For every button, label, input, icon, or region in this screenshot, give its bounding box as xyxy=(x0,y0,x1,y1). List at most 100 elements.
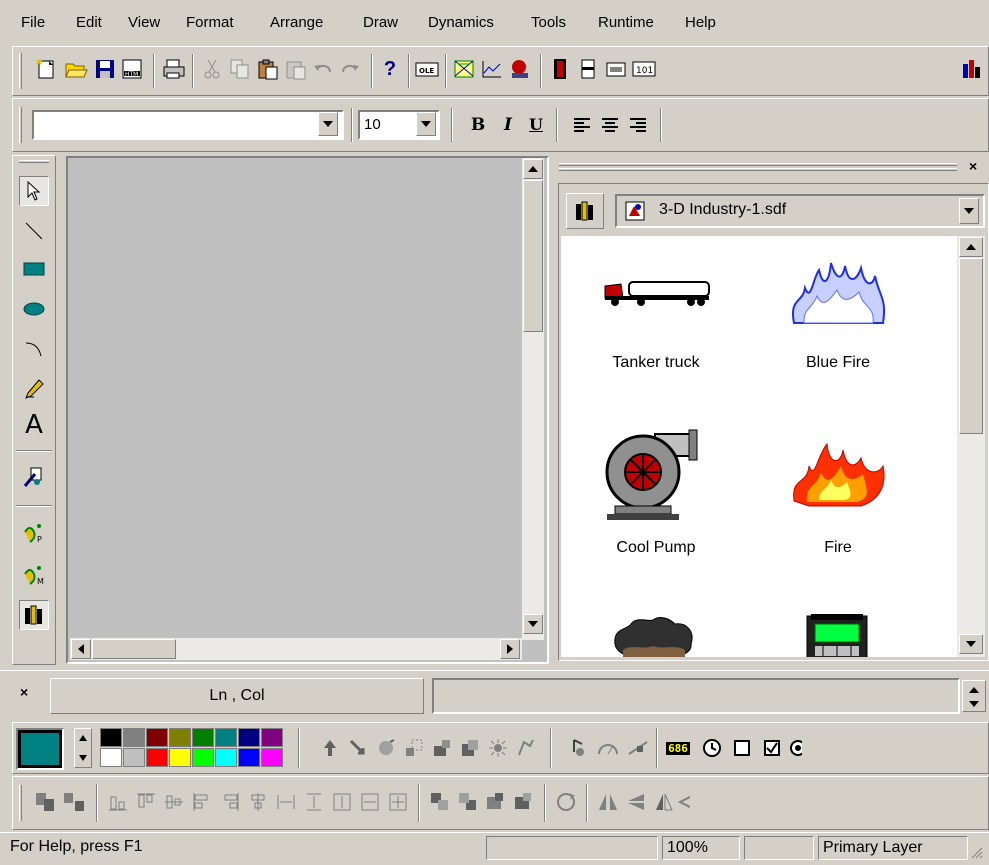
library-item-fire[interactable] xyxy=(789,436,889,516)
canvas-horizontal-scroll-thumb[interactable] xyxy=(92,639,176,659)
menu-view[interactable]: View xyxy=(128,14,160,31)
color-swatch[interactable] xyxy=(169,728,191,747)
menu-edit[interactable]: Edit xyxy=(76,14,102,31)
wizard-tool[interactable] xyxy=(19,462,49,492)
color-swatch[interactable] xyxy=(238,728,260,747)
pick-icon[interactable] xyxy=(566,736,590,760)
color-swatch[interactable] xyxy=(146,748,168,767)
fill-icon[interactable] xyxy=(430,736,454,760)
italic-button[interactable]: I xyxy=(496,113,520,137)
multi-bar-icon[interactable] xyxy=(960,57,984,81)
drawing-canvas[interactable] xyxy=(66,156,549,664)
align-center-vertical-icon[interactable] xyxy=(246,790,270,814)
menu-draw[interactable]: Draw xyxy=(363,14,398,31)
library-panel-close-button[interactable]: × xyxy=(969,158,977,174)
undo-icon[interactable] xyxy=(311,57,335,81)
font-size-dropdown-button[interactable] xyxy=(416,112,436,136)
numeric-display-icon[interactable]: 686 xyxy=(664,736,692,760)
ungroup-icon[interactable] xyxy=(62,790,86,814)
canvas-scroll-left-button[interactable] xyxy=(71,639,91,659)
align-middle-icon[interactable] xyxy=(162,790,186,814)
alarm-icon[interactable] xyxy=(508,57,532,81)
canvas-scroll-down-button[interactable] xyxy=(523,614,543,634)
library-item-cool-pump[interactable] xyxy=(603,426,703,526)
library-vertical-scroll-thumb[interactable] xyxy=(959,258,983,434)
numeric-101-icon[interactable]: 101 xyxy=(632,57,656,81)
center-both-icon[interactable] xyxy=(386,790,410,814)
color-swatch[interactable] xyxy=(261,728,283,747)
library-item-smoke[interactable] xyxy=(609,614,699,657)
menu-arrange[interactable]: Arrange xyxy=(270,14,323,31)
bold-button[interactable]: B xyxy=(466,113,490,137)
move-up-icon[interactable] xyxy=(318,736,342,760)
arc-tool[interactable] xyxy=(19,334,49,364)
canvas-vertical-scroll-thumb[interactable] xyxy=(523,180,543,332)
output-close-button[interactable]: × xyxy=(20,684,28,700)
color-swatch[interactable] xyxy=(238,748,260,767)
align-right-icon[interactable] xyxy=(626,113,650,137)
bar-graph-icon[interactable] xyxy=(548,57,572,81)
library-item-blue-fire[interactable] xyxy=(789,258,889,328)
new-file-icon[interactable] xyxy=(34,57,58,81)
color-swatch[interactable] xyxy=(100,728,122,747)
color-swatch[interactable] xyxy=(192,748,214,767)
canvas-scroll-up-button[interactable] xyxy=(523,159,543,179)
select-pointer-tool[interactable] xyxy=(19,176,49,206)
align-right-edge-icon[interactable] xyxy=(218,790,242,814)
space-horizontal-icon[interactable] xyxy=(274,790,298,814)
space-vertical-icon[interactable] xyxy=(302,790,326,814)
blink-icon[interactable] xyxy=(486,736,510,760)
color-swatch[interactable] xyxy=(169,748,191,767)
color-swatch[interactable] xyxy=(215,728,237,747)
align-top-icon[interactable] xyxy=(134,790,158,814)
move-diagonal-icon[interactable] xyxy=(346,736,370,760)
library-scroll-up-button[interactable] xyxy=(959,237,983,257)
rotate-icon[interactable] xyxy=(374,736,398,760)
menu-file[interactable]: File xyxy=(21,14,45,31)
paste-icon[interactable] xyxy=(256,57,280,81)
color-swatch[interactable] xyxy=(192,728,214,747)
open-folder-icon[interactable] xyxy=(64,57,88,81)
library-tool[interactable] xyxy=(19,600,49,630)
color-swatch[interactable] xyxy=(123,748,145,767)
output-field[interactable] xyxy=(432,678,960,714)
align-left-edge-icon[interactable] xyxy=(190,790,214,814)
library-items-view[interactable]: Tanker truck Blue Fire Cool Pump Fire xyxy=(561,236,957,657)
align-left-icon[interactable] xyxy=(570,113,594,137)
mirror-icon[interactable] xyxy=(652,790,676,814)
gauge-icon[interactable] xyxy=(596,736,620,760)
flip-horizontal-icon[interactable] xyxy=(596,790,620,814)
library-scroll-down-button[interactable] xyxy=(959,634,983,654)
freehand-pencil-tool[interactable] xyxy=(19,374,49,404)
visibility-icon[interactable] xyxy=(514,736,538,760)
trend-icon[interactable] xyxy=(452,57,476,81)
font-name-combo[interactable] xyxy=(32,110,344,140)
color-swatch[interactable] xyxy=(123,728,145,747)
xy-plot-icon[interactable] xyxy=(480,57,504,81)
cut-icon[interactable] xyxy=(200,57,224,81)
flip-vertical-icon[interactable] xyxy=(624,790,648,814)
library-file-dropdown-button[interactable] xyxy=(959,198,979,224)
slider-icon[interactable] xyxy=(576,57,600,81)
text-tool[interactable]: A xyxy=(19,410,49,440)
print-icon[interactable] xyxy=(162,57,186,81)
bring-to-front-icon[interactable] xyxy=(428,790,452,814)
ellipse-tool[interactable] xyxy=(19,294,49,324)
center-vertical-icon[interactable] xyxy=(358,790,382,814)
text-display-icon[interactable] xyxy=(604,57,628,81)
library-file-combo[interactable]: 3-D Industry-1.sdf xyxy=(615,194,985,228)
library-item-control-panel[interactable] xyxy=(805,612,869,657)
menu-help[interactable]: Help xyxy=(685,14,716,31)
color-swatch[interactable] xyxy=(215,748,237,767)
group-icon[interactable] xyxy=(34,790,58,814)
checkbox-icon[interactable] xyxy=(760,736,784,760)
resize-grip-icon[interactable] xyxy=(970,846,984,864)
color-change-icon[interactable] xyxy=(458,736,482,760)
color-palette[interactable] xyxy=(100,728,286,768)
palette-scroll-button[interactable] xyxy=(74,728,92,768)
copy-icon[interactable] xyxy=(228,57,252,81)
send-to-back-icon[interactable] xyxy=(456,790,480,814)
save-disk-icon[interactable] xyxy=(93,57,117,81)
paste-special-icon[interactable] xyxy=(284,57,308,81)
menu-dynamics[interactable]: Dynamics xyxy=(428,14,494,31)
